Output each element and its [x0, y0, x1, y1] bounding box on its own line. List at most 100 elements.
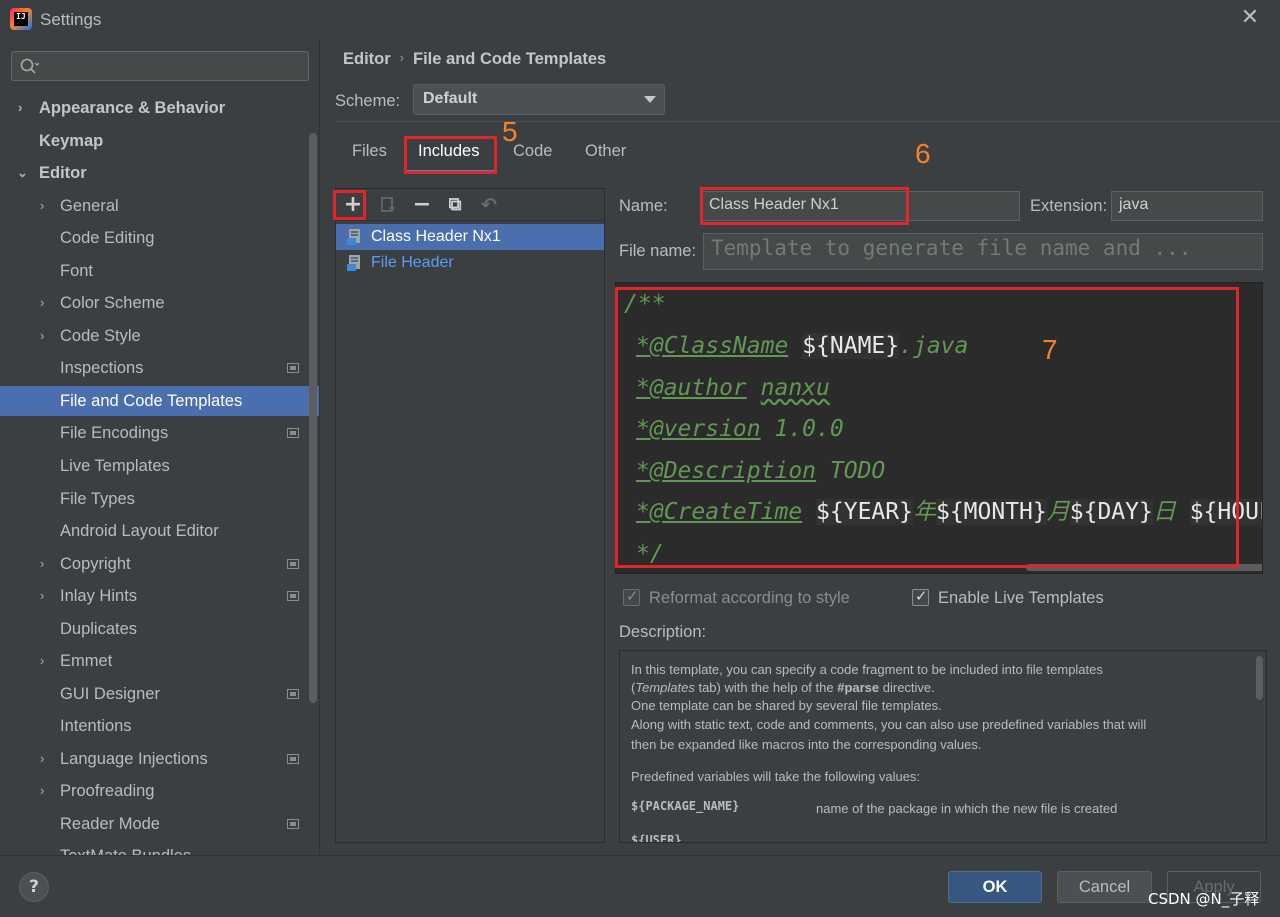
add-template-button[interactable]: + — [341, 193, 365, 217]
close-icon[interactable]: ✕ — [1238, 6, 1262, 30]
help-icon: ? — [29, 877, 39, 897]
template-list-panel: + − ⧉ ↶ Class Header Nx1 File Header — [333, 188, 605, 843]
reformat-checkbox[interactable]: ✓ — [623, 587, 640, 606]
settings-sidebar: › Appearance & Behavior Keymap ⌄ Editor … — [0, 38, 320, 855]
variable-name: ${USER} — [631, 833, 682, 843]
sidebar-item-android-layout-editor[interactable]: Android Layout Editor — [0, 516, 319, 546]
reformat-label: Reformat according to style — [649, 589, 850, 607]
extension-label: Extension: — [1030, 197, 1108, 215]
tab-includes[interactable]: Includes — [418, 142, 479, 161]
sidebar-item-color-scheme[interactable]: › Color Scheme — [0, 288, 319, 318]
reset-template-button[interactable]: ↶ — [477, 193, 501, 217]
sidebar-item-file-and-code-templates[interactable]: File and Code Templates — [0, 386, 319, 416]
dialog-button-bar: ? OK Cancel Apply CSDN @N_子释 — [0, 855, 1280, 917]
add-child-template-button[interactable] — [376, 193, 400, 217]
ok-button[interactable]: OK — [948, 871, 1042, 903]
sidebar-item-code-editing[interactable]: Code Editing — [0, 223, 319, 253]
sidebar-item-code-style[interactable]: › Code Style — [0, 321, 319, 351]
sidebar-item-keymap[interactable]: Keymap — [0, 126, 319, 156]
copy-template-button[interactable]: ⧉ — [443, 193, 467, 217]
chevron-right-icon[interactable]: › — [40, 752, 54, 766]
file-name-input[interactable]: Template to generate file name and ... — [703, 233, 1263, 270]
sidebar-item-font[interactable]: Font — [0, 256, 319, 286]
chevron-right-icon[interactable]: › — [40, 329, 54, 343]
description-text: In this template, you can specify a code… — [631, 662, 1103, 677]
code-horizontal-scrollbar[interactable] — [1026, 564, 1262, 571]
enable-live-templates-checkbox[interactable]: ✓ — [912, 587, 929, 606]
template-name: Class Header Nx1 — [371, 228, 501, 245]
settings-search-box[interactable] — [11, 51, 309, 81]
name-label: Name: — [619, 197, 668, 215]
sidebar-item-live-templates[interactable]: Live Templates — [0, 451, 319, 481]
sidebar-item-file-encodings[interactable]: File Encodings — [0, 418, 319, 448]
sidebar-item-editor[interactable]: ⌄ Editor — [0, 158, 319, 188]
breadcrumb: Editor › File and Code Templates — [343, 50, 606, 69]
sidebar-item-reader-mode[interactable]: Reader Mode — [0, 809, 319, 839]
template-list-item[interactable]: Class Header Nx1 — [336, 224, 604, 250]
project-scope-icon — [287, 428, 299, 438]
search-input[interactable] — [44, 56, 304, 76]
checkmark-icon: ✓ — [915, 587, 928, 605]
tab-files[interactable]: Files — [352, 142, 387, 161]
description-label: Description: — [619, 623, 707, 641]
project-scope-icon — [287, 754, 299, 764]
code-line: *@author nanxu — [636, 375, 830, 401]
intellij-app-icon: IJ — [10, 8, 32, 30]
description-text: then be expanded like macros into the co… — [631, 737, 982, 752]
chevron-right-icon[interactable]: › — [40, 199, 54, 213]
project-scope-icon — [287, 363, 299, 373]
sidebar-item-file-types[interactable]: File Types — [0, 484, 319, 514]
chevron-down-icon[interactable]: ⌄ — [17, 166, 31, 180]
project-scope-icon — [287, 559, 299, 569]
extension-input[interactable]: java — [1111, 191, 1263, 221]
template-code-editor[interactable]: /** *@ClassName ${NAME}.java *@author na… — [615, 282, 1263, 574]
breadcrumb-root[interactable]: Editor — [343, 50, 391, 68]
sidebar-item-textmate-bundles[interactable]: TextMate Bundles — [0, 841, 319, 855]
tab-other[interactable]: Other — [585, 142, 626, 161]
sidebar-item-general[interactable]: › General — [0, 191, 319, 221]
sidebar-item-intentions[interactable]: Intentions — [0, 711, 319, 741]
description-panel: In this template, you can specify a code… — [619, 650, 1267, 843]
sidebar-item-copyright[interactable]: › Copyright — [0, 549, 319, 579]
breadcrumb-separator: › — [399, 50, 405, 65]
copy-icon: ⧉ — [448, 194, 462, 215]
template-list-toolbar: + − ⧉ ↶ — [336, 189, 604, 221]
variable-description: name of the package in which the new fil… — [816, 801, 1118, 816]
sidebar-item-inlay-hints[interactable]: › Inlay Hints — [0, 581, 319, 611]
sidebar-item-gui-designer[interactable]: GUI Designer — [0, 679, 319, 709]
java-file-icon — [347, 255, 360, 271]
description-scrollbar[interactable] — [1256, 656, 1263, 700]
help-button[interactable]: ? — [19, 872, 49, 902]
template-name-input[interactable]: Class Header Nx1 — [701, 191, 1020, 221]
sidebar-item-language-injections[interactable]: › Language Injections — [0, 744, 319, 774]
sidebar-scrollbar[interactable] — [309, 133, 317, 703]
file-name-label: File name: — [619, 242, 697, 260]
breadcrumb-current: File and Code Templates — [413, 50, 607, 68]
chevron-right-icon[interactable]: › — [40, 296, 54, 310]
annotation-number-5: 5 — [502, 116, 518, 147]
scheme-dropdown[interactable]: Default — [413, 84, 665, 115]
chevron-right-icon[interactable]: › — [18, 101, 32, 115]
description-text: One template can be shared by several fi… — [631, 698, 942, 713]
sidebar-item-proofreading[interactable]: › Proofreading — [0, 776, 319, 806]
sidebar-item-appearance-behavior[interactable]: › Appearance & Behavior — [0, 93, 319, 123]
chevron-right-icon[interactable]: › — [40, 589, 54, 603]
checkmark-icon: ✓ — [626, 587, 639, 605]
sidebar-item-emmet[interactable]: › Emmet — [0, 646, 319, 676]
remove-template-button[interactable]: − — [410, 193, 434, 217]
code-line: *@ClassName ${NAME}.java — [636, 333, 969, 359]
sidebar-item-inspections[interactable]: Inspections — [0, 353, 319, 383]
cancel-button[interactable]: Cancel — [1057, 871, 1152, 903]
code-line: */ — [636, 541, 664, 567]
active-tab-indicator — [407, 170, 495, 173]
sidebar-item-duplicates[interactable]: Duplicates — [0, 614, 319, 644]
chevron-right-icon[interactable]: › — [40, 557, 54, 571]
scheme-value: Default — [423, 90, 478, 107]
tab-code[interactable]: Code — [513, 142, 552, 161]
template-list-item[interactable]: File Header — [336, 250, 604, 276]
scheme-label: Scheme: — [335, 92, 401, 110]
chevron-right-icon[interactable]: › — [40, 654, 54, 668]
title-bar: IJ Settings ✕ — [0, 0, 1280, 38]
code-line: *@version 1.0.0 — [636, 416, 844, 442]
chevron-right-icon[interactable]: › — [40, 784, 54, 798]
